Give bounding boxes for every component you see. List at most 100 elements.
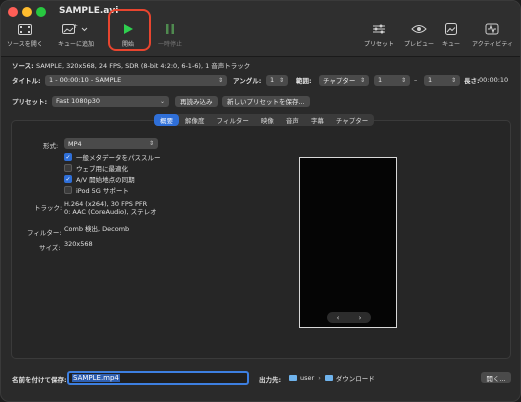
minimize-window-button[interactable]	[22, 7, 32, 17]
tab-audio[interactable]: 音声	[280, 114, 305, 126]
checkmark-icon: ✓	[64, 153, 72, 161]
title-popup[interactable]: 1 - 00:00:10 - SAMPLE ⇕	[45, 74, 227, 86]
size-label: サイズ:	[39, 244, 61, 252]
browse-button[interactable]: 開く...	[481, 372, 511, 383]
destination-path[interactable]: user › ダウンロード	[289, 373, 375, 383]
preset-popup[interactable]: Fast 1080p30 ⌄	[52, 95, 169, 107]
track-audio: 0: AAC (CoreAudio), ステレオ	[64, 208, 157, 216]
title-row: タイトル: 1 - 00:00:10 - SAMPLE ⇕ アングル: 1 ⇕ …	[1, 74, 520, 86]
tab-filters[interactable]: フィルター	[211, 114, 255, 126]
add-to-queue-label: キューに追加	[58, 41, 95, 48]
passthru-metadata-label: 一般メタデータをパススルー	[76, 154, 161, 162]
unchecked-box-icon	[64, 186, 72, 194]
angle-value: 1	[270, 76, 275, 84]
sliders-icon	[370, 21, 388, 37]
queue-button[interactable]: キュー	[442, 21, 460, 51]
tab-video[interactable]: 映像	[255, 114, 280, 126]
ipod-support-checkbox[interactable]: iPod 5G サポート	[64, 185, 129, 195]
range-type-popup[interactable]: チャプター ⇕	[319, 74, 369, 86]
unchecked-box-icon	[64, 164, 72, 172]
format-label: 形式:	[43, 142, 59, 150]
path-separator: ›	[318, 374, 321, 382]
save-as-value: SAMPLE.mp4	[72, 374, 120, 382]
preset-label: プリセット:	[12, 98, 48, 106]
range-separator: –	[414, 76, 418, 84]
start-button[interactable]: 開始	[119, 21, 137, 51]
range-type-value: チャプター	[323, 77, 356, 85]
preview-label: プレビュー	[404, 41, 435, 48]
tab-chapters[interactable]: チャプター	[330, 114, 374, 126]
open-source-button[interactable]: ソースを開く	[7, 21, 43, 51]
close-window-button[interactable]	[8, 7, 18, 17]
activity-label: アクティビティ	[472, 41, 513, 48]
pause-button[interactable]: 一時停止	[158, 21, 182, 51]
av-align-checkbox[interactable]: ✓ A/V 開始地点の同期	[64, 174, 135, 184]
pause-label: 一時停止	[158, 41, 183, 48]
next-chevron-icon[interactable]: ›	[359, 314, 362, 322]
save-as-field[interactable]: SAMPLE.mp4	[67, 371, 249, 385]
preset-row: プリセット: Fast 1080p30 ⌄ 再読み込み 新しいプリセットを保存.…	[1, 95, 520, 107]
stepper-icon: ⇕	[450, 76, 456, 84]
presets-label: プリセット	[364, 41, 395, 48]
angle-popup[interactable]: 1 ⇕	[266, 74, 288, 86]
filter-label: フィルター:	[27, 229, 62, 237]
range-end-value: 1	[428, 76, 433, 84]
checkmark-icon: ✓	[64, 175, 72, 183]
tab-summary[interactable]: 概要	[154, 114, 179, 126]
format-value: MP4	[68, 139, 82, 148]
angle-label: アングル:	[233, 77, 262, 85]
open-source-label: ソースを開く	[7, 41, 43, 48]
preview-button[interactable]: プレビュー	[404, 21, 434, 51]
reload-preset-button[interactable]: 再読み込み	[175, 95, 218, 107]
chevron-down-icon: ⌄	[159, 97, 165, 105]
tab-subtitles[interactable]: 字幕	[305, 114, 330, 126]
duration-label: 長さ:	[464, 77, 480, 85]
zoom-window-button[interactable]	[36, 7, 46, 17]
play-icon	[119, 21, 137, 37]
preview-nav: ‹ ›	[327, 312, 371, 323]
chevron-updown-icon: ⇕	[359, 76, 365, 84]
source-row: ソース: SAMPLE, 320x568, 24 FPS, SDR (8-bit…	[1, 60, 520, 70]
track-label: トラック:	[34, 204, 63, 212]
preview-image[interactable]: ‹ ›	[299, 157, 397, 328]
destination-label: 出力先:	[259, 376, 282, 384]
preset-value: Fast 1080p30	[56, 97, 101, 105]
start-label: 開始	[121, 41, 134, 48]
eye-icon	[410, 21, 428, 37]
activity-button[interactable]: アクティビティ	[472, 21, 513, 51]
range-start-stepper[interactable]: 1 ⇕	[374, 74, 410, 86]
ipod-support-label: iPod 5G サポート	[76, 187, 129, 195]
chevron-updown-icon: ⇕	[278, 76, 284, 84]
folder-icon	[289, 375, 297, 381]
passthru-metadata-checkbox[interactable]: ✓ 一般メタデータをパススルー	[64, 152, 161, 162]
size-value: 320x568	[64, 240, 93, 248]
path-user: user	[300, 374, 315, 382]
app-window: SAMPLE.avi ソースを開く + キューに追加 開始 一時停止 プリセット…	[0, 0, 521, 402]
range-end-stepper[interactable]: 1 ⇕	[424, 74, 460, 86]
source-label: ソース:	[12, 62, 34, 70]
folder-icon	[324, 375, 333, 381]
web-optimize-label: ウェブ用に最適化	[76, 165, 128, 173]
tab-dimensions[interactable]: 解像度	[179, 114, 211, 126]
format-popup[interactable]: MP4 ⇕	[64, 138, 158, 149]
source-info: SAMPLE, 320x568, 24 FPS, SDR (8-bit 4:2:…	[36, 62, 251, 70]
save-as-label: 名前を付けて保存:	[12, 376, 67, 384]
duration-value: 00:00:10	[479, 76, 509, 84]
chevron-updown-icon: ⇕	[217, 76, 223, 84]
stepper-icon: ⇕	[400, 76, 406, 84]
av-align-label: A/V 開始地点の同期	[76, 176, 135, 184]
web-optimize-checkbox[interactable]: ウェブ用に最適化	[64, 163, 128, 173]
title-label: タイトル:	[12, 77, 41, 85]
presets-button[interactable]: プリセット	[364, 21, 394, 51]
add-to-queue-button[interactable]: + キューに追加	[58, 21, 94, 51]
tab-bar: 概要 解像度 フィルター 映像 音声 字幕 チャプター	[154, 114, 375, 126]
toolbar: SAMPLE.avi ソースを開く + キューに追加 開始 一時停止 プリセット…	[1, 1, 520, 57]
prev-chevron-icon[interactable]: ‹	[337, 314, 340, 322]
path-downloads: ダウンロード	[335, 375, 375, 383]
title-value: 1 - 00:00:10 - SAMPLE	[49, 76, 122, 84]
queue-photo-icon	[442, 21, 460, 37]
chevron-updown-icon: ⇕	[148, 140, 154, 147]
pause-icon	[161, 21, 179, 37]
svg-text:+: +	[73, 23, 78, 30]
save-new-preset-button[interactable]: 新しいプリセットを保存...	[222, 95, 310, 107]
